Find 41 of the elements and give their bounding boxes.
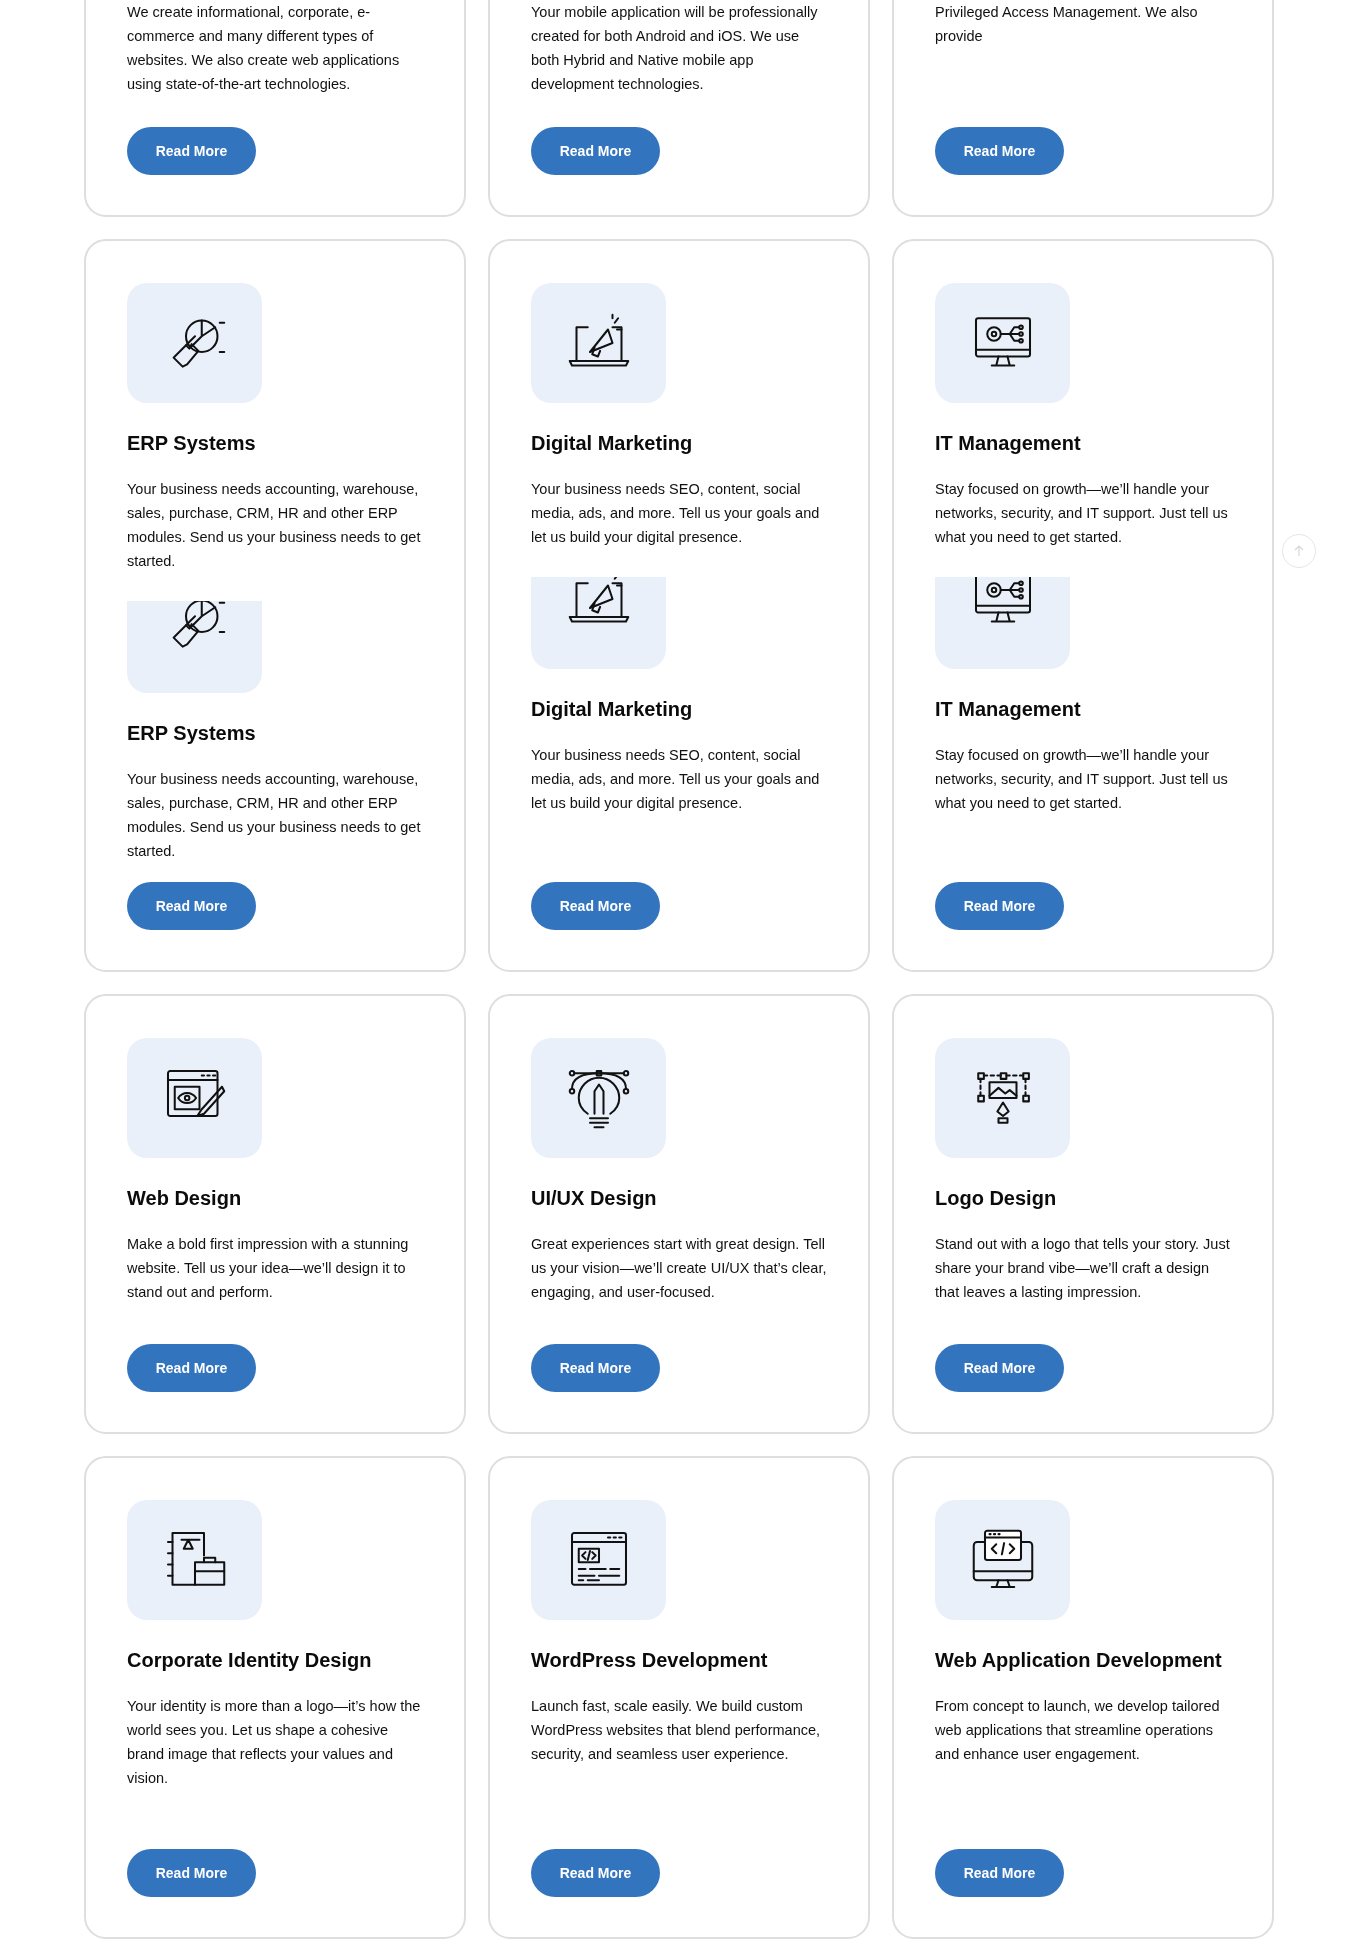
card-title: Corporate Identity Design <box>127 1648 373 1673</box>
read-more-button[interactable]: Read More <box>127 1849 256 1897</box>
read-more-button[interactable]: Read More <box>127 1344 256 1392</box>
card-title: Web Application Development <box>935 1648 1223 1673</box>
card-description: Stay focused on growth—we’ll handle your networks, security, and IT support. Just tell us what you need to get started. <box>935 480 1229 547</box>
read-more-button[interactable]: Read More <box>531 127 660 175</box>
card-title: WordPress Development <box>531 1648 769 1673</box>
card-description: We create informational, corporate, e-commerce and many different types of websites. We also create web applications using state-of-the-art technologies. <box>127 3 401 94</box>
card-title: IT Management <box>935 697 1082 722</box>
card-description: Stand out with a logo that tells your story. Just share your brand vibe—we’ll craft a design that leaves a lasting impression. <box>935 1235 1231 1302</box>
card-title: IT Management <box>935 431 1082 456</box>
card-description: From concept to launch, we develop tailored web applications that streamline operations and enhance user engagement. <box>935 1697 1221 1764</box>
card-description: Your business needs accounting, warehouse, sales, purchase, CRM, HR and other ERP modules. Send us your business needs to get started. <box>127 480 422 571</box>
arrow-up-icon <box>1294 545 1304 557</box>
read-more-button[interactable]: Read More <box>935 127 1064 175</box>
card-description: Stay focused on growth—we’ll handle your networks, security, and IT support. Just tell us what you need to get started. <box>935 746 1229 813</box>
card-description: Your business needs SEO, content, social media, ads, and more. Tell us your goals and let us build your digital presence. <box>531 480 821 547</box>
read-more-button[interactable]: Read More <box>935 1344 1064 1392</box>
card-title: ERP Systems <box>127 721 257 746</box>
read-more-button[interactable]: Read More <box>935 882 1064 930</box>
read-more-button[interactable]: Read More <box>531 1849 660 1897</box>
card-description: Your identity is more than a logo—it’s how the world sees you. Let us shape a cohesive brand image that reflects your values and vision. <box>127 1697 422 1788</box>
read-more-button[interactable]: Read More <box>531 882 660 930</box>
read-more-button[interactable]: Read More <box>127 127 256 175</box>
card-description: Privileged Access Management. We also provide <box>935 3 1199 46</box>
card-description: Great experiences start with great design. Tell us your vision—we’ll create UI/UX that’s clear, engaging, and user-focused. <box>531 1235 827 1302</box>
card-description: Your mobile application will be professionally created for both Android and iOS. We use both Hybrid and Native mobile app development technologies. <box>531 3 819 94</box>
read-more-button[interactable]: Read More <box>531 1344 660 1392</box>
card-title: Digital Marketing <box>531 697 694 722</box>
card-description: Your business needs SEO, content, social media, ads, and more. Tell us your goals and let us build your digital presence. <box>531 746 821 813</box>
card-description: Make a bold first impression with a stunning website. Tell us your idea—we’ll design it to stand out and perform. <box>127 1235 410 1302</box>
read-more-button[interactable]: Read More <box>935 1849 1064 1897</box>
read-more-button[interactable]: Read More <box>127 882 256 930</box>
card-title: Web Design <box>127 1186 243 1211</box>
card-description: Launch fast, scale easily. We build custom WordPress websites that blend performance, security, and seamless user experience. <box>531 1697 822 1764</box>
card-description: Your business needs accounting, warehouse, sales, purchase, CRM, HR and other ERP modules. Send us your business needs to get started. <box>127 770 422 861</box>
card-title: ERP Systems <box>127 431 257 456</box>
card-title: UI/UX Design <box>531 1186 658 1211</box>
card-title: Logo Design <box>935 1186 1058 1211</box>
scroll-to-top-button[interactable] <box>1282 534 1316 568</box>
card-title: Digital Marketing <box>531 431 694 456</box>
